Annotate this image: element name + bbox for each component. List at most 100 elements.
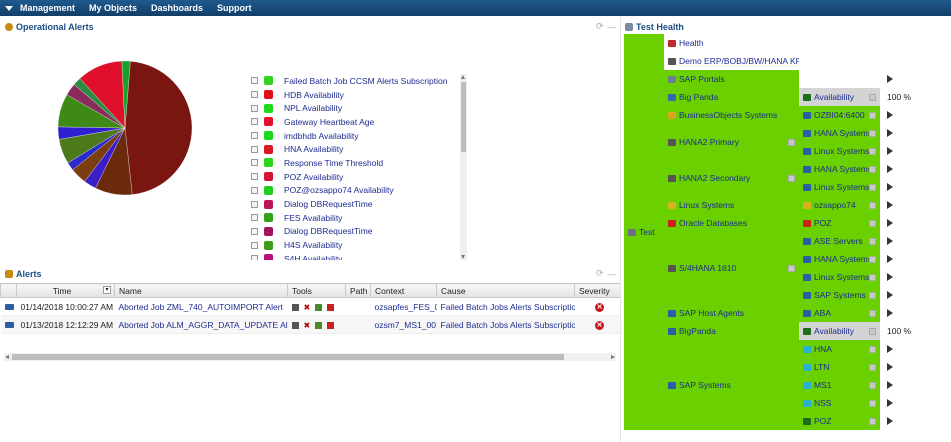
- health-node-l3[interactable]: POZ: [799, 214, 880, 232]
- health-node-l3[interactable]: POZ: [799, 412, 880, 430]
- legend-checkbox[interactable]: [251, 173, 258, 181]
- node-action-icon[interactable]: [869, 165, 876, 173]
- node-action-icon[interactable]: [869, 291, 876, 299]
- node-action-icon[interactable]: [869, 111, 876, 119]
- node-action-icon[interactable]: [788, 174, 795, 182]
- col-tools[interactable]: Tools: [287, 283, 346, 298]
- expand-arrow-icon[interactable]: [887, 165, 893, 173]
- health-node-l3[interactable]: ASE Servers: [799, 232, 880, 250]
- col-severity[interactable]: Severity: [574, 283, 621, 298]
- node-action-icon[interactable]: [869, 327, 876, 335]
- legend-item[interactable]: HDB Availability: [251, 88, 461, 102]
- health-node-l2[interactable]: Big Panda: [664, 88, 799, 106]
- table-row[interactable]: 01/13/2018 12:12:29 AM Aborted Job ALM_A…: [0, 315, 621, 334]
- alerts-scroll-thumb[interactable]: [12, 354, 564, 360]
- node-action-icon[interactable]: [788, 138, 795, 146]
- health-node-l3[interactable]: SAP Systems: [799, 286, 880, 304]
- legend-checkbox[interactable]: [251, 255, 258, 260]
- legend-item[interactable]: H4S Availability: [251, 238, 461, 252]
- legend-item[interactable]: Failed Batch Job CCSM Alerts Subscriptio…: [251, 74, 461, 88]
- node-action-icon[interactable]: [869, 399, 876, 407]
- legend-item[interactable]: Response Time Threshold: [251, 156, 461, 170]
- close-icon[interactable]: ✖: [304, 321, 311, 329]
- legend-checkbox[interactable]: [251, 91, 258, 99]
- legend-checkbox[interactable]: [251, 132, 258, 140]
- mail-icon[interactable]: [315, 303, 323, 311]
- health-node-l3[interactable]: ABA: [799, 304, 880, 322]
- node-action-icon[interactable]: [869, 417, 876, 425]
- alert-cause-link[interactable]: Failed Batch Jobs Alerts Subscription: [436, 297, 575, 316]
- expand-arrow-icon[interactable]: [887, 381, 893, 389]
- expand-arrow-icon[interactable]: [887, 201, 893, 209]
- node-action-icon[interactable]: [869, 381, 876, 389]
- legend-item[interactable]: S4H Availability: [251, 252, 461, 260]
- pie-slice[interactable]: [124, 61, 193, 195]
- alert-name-link[interactable]: Aborted Job ZML_740_AUTOIMPORT Alert: [114, 297, 288, 316]
- health-node-l3[interactable]: HANA Systems: [799, 124, 880, 142]
- legend-scroll-thumb[interactable]: [461, 82, 466, 152]
- health-node-l3[interactable]: Linux Systems: [799, 178, 880, 196]
- node-action-icon[interactable]: [869, 255, 876, 263]
- expand-arrow-icon[interactable]: [887, 399, 893, 407]
- node-action-icon[interactable]: [869, 345, 876, 353]
- legend-item[interactable]: HNA Availability: [251, 142, 461, 156]
- nav-dashboards[interactable]: Dashboards: [144, 3, 210, 13]
- health-node-l2[interactable]: HANA2 Primary: [664, 124, 799, 160]
- alert-context-link[interactable]: ozsm7_MS1_00: [370, 315, 437, 334]
- health-node-l2[interactable]: Linux Systems: [664, 196, 799, 214]
- health-node-l3[interactable]: HANA Systems: [799, 250, 880, 268]
- column-menu-icon[interactable]: ▾: [103, 285, 111, 294]
- legend-checkbox[interactable]: [251, 104, 258, 112]
- node-action-icon[interactable]: [869, 273, 876, 281]
- expand-arrow-icon[interactable]: [887, 363, 893, 371]
- health-node-l3[interactable]: Availability: [799, 88, 880, 106]
- expand-arrow-icon[interactable]: [887, 183, 893, 191]
- legend-checkbox[interactable]: [251, 145, 258, 153]
- legend-scrollbar[interactable]: [460, 74, 467, 260]
- legend-item[interactable]: Gateway Heartbeat Age: [251, 115, 461, 129]
- expand-arrow-icon[interactable]: [887, 219, 893, 227]
- health-node-l2[interactable]: HANA2 Secondary: [664, 160, 799, 196]
- node-action-icon[interactable]: [869, 147, 876, 155]
- health-node-l2[interactable]: BigPanda: [664, 322, 799, 340]
- alerts-horizontal-scrollbar[interactable]: [4, 353, 616, 361]
- close-icon[interactable]: ✖: [304, 303, 311, 311]
- expand-arrow-icon[interactable]: [887, 417, 893, 425]
- node-action-icon[interactable]: [869, 201, 876, 209]
- legend-checkbox[interactable]: [251, 159, 258, 167]
- alert-name-link[interactable]: Aborted Job ALM_AGGR_DATA_UPDATE Alert: [114, 315, 288, 334]
- nav-my-objects[interactable]: My Objects: [82, 3, 144, 13]
- health-node-l2[interactable]: SAP Host Agents: [664, 304, 799, 322]
- node-action-icon[interactable]: [869, 237, 876, 245]
- node-action-icon[interactable]: [869, 129, 876, 137]
- health-node-l2[interactable]: S/4HANA 1610: [664, 232, 799, 304]
- health-node-l2[interactable]: Oracle Databases: [664, 214, 799, 232]
- legend-item[interactable]: Dialog DBRequestTime: [251, 197, 461, 211]
- col-time[interactable]: Time ▾: [16, 283, 115, 298]
- nav-menu-caret-icon[interactable]: [5, 5, 13, 11]
- health-node-l3[interactable]: LTN: [799, 358, 880, 376]
- nav-management[interactable]: Management: [13, 3, 82, 13]
- expand-arrow-icon[interactable]: [887, 75, 893, 83]
- expand-arrow-icon[interactable]: [887, 111, 893, 119]
- legend-checkbox[interactable]: [251, 241, 258, 249]
- health-node-l3[interactable]: OZBI04:6400: [799, 106, 880, 124]
- legend-checkbox[interactable]: [251, 77, 258, 85]
- expand-arrow-icon[interactable]: [887, 237, 893, 245]
- node-action-icon[interactable]: [869, 219, 876, 227]
- health-node-l3[interactable]: Linux Systems: [799, 142, 880, 160]
- expand-arrow-icon[interactable]: [887, 129, 893, 137]
- health-node-l2[interactable]: BusinessObjects Systems: [664, 106, 799, 124]
- expand-arrow-icon[interactable]: [887, 291, 893, 299]
- health-node-l3[interactable]: MS1: [799, 376, 880, 394]
- col-context[interactable]: Context: [370, 283, 437, 298]
- expand-arrow-icon[interactable]: [887, 273, 893, 281]
- health-node-health[interactable]: Health: [664, 34, 799, 52]
- health-node-l3[interactable]: HANA Systems: [799, 160, 880, 178]
- legend-checkbox[interactable]: [251, 227, 258, 235]
- legend-item[interactable]: POZ Availability: [251, 170, 461, 184]
- node-action-icon[interactable]: [869, 363, 876, 371]
- health-node-l3[interactable]: Linux Systems: [799, 268, 880, 286]
- ticket-icon[interactable]: [327, 303, 335, 311]
- node-action-icon[interactable]: [869, 93, 876, 101]
